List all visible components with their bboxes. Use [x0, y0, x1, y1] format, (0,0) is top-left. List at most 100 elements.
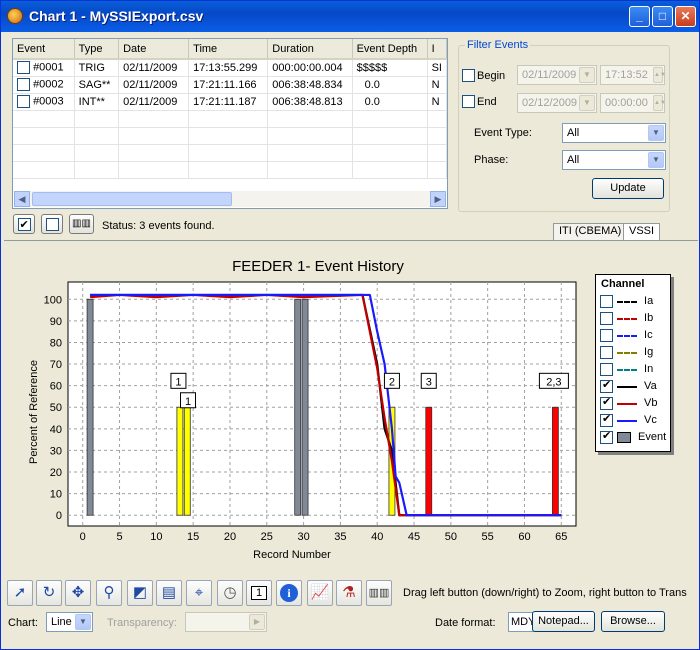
legend-swatch [617, 368, 637, 371]
legend-checkbox[interactable] [600, 312, 613, 325]
legend-checkbox[interactable] [600, 329, 613, 342]
scroll-right-icon[interactable]: ▶ [430, 191, 446, 207]
scrollbar-thumb[interactable] [32, 192, 232, 206]
y-tick-label: 10 [50, 489, 62, 501]
rotate-icon[interactable]: ↻ [36, 580, 62, 606]
annotation-label: 2 [389, 376, 395, 388]
cell-i: N [427, 76, 447, 94]
main-window: Chart 1 - MySSIExport.csv _ □ ✕ Event Ty… [0, 0, 700, 650]
event-bar [301, 298, 309, 516]
table-row[interactable]: #0001 TRIG 02/11/2009 17:13:55.299 000:0… [13, 59, 447, 77]
info-icon[interactable]: i [276, 580, 302, 606]
chevron-down-icon[interactable]: ▼ [648, 125, 664, 141]
maximize-button[interactable]: □ [652, 6, 673, 27]
update-button[interactable]: Update [592, 178, 664, 199]
select-all-button[interactable] [13, 214, 35, 234]
close-button[interactable]: ✕ [675, 6, 696, 27]
page-number-button[interactable]: 1 [246, 580, 272, 606]
begin-checkbox[interactable] [462, 69, 475, 82]
column-header-event-depth[interactable]: Event Depth [352, 39, 428, 60]
probe-icon[interactable]: ⚗ [336, 580, 362, 606]
legend-label: Vb [641, 397, 658, 410]
chart-type-select[interactable]: Line ▼ [46, 612, 93, 632]
chevron-down-icon[interactable]: ▼ [579, 67, 595, 83]
spinner-icon[interactable]: ▲▼ [653, 95, 666, 111]
select-none-button[interactable] [41, 214, 63, 234]
tab-vssi[interactable]: VSSI [623, 223, 661, 240]
chevron-right-icon[interactable]: ▶ [249, 614, 265, 630]
minimize-button[interactable]: _ [629, 6, 650, 27]
begin-date-field[interactable]: 02/11/2009 ▼ [517, 65, 597, 85]
column-header-time[interactable]: Time [188, 39, 269, 60]
legend-item-ia[interactable]: Ia [600, 295, 653, 312]
table-view-button[interactable]: ▥▥ [69, 214, 94, 234]
page-icon: 1 [250, 586, 268, 600]
row-checkbox[interactable] [17, 95, 30, 108]
event-bar [294, 298, 302, 516]
crosshair-icon[interactable]: ⌖ [186, 580, 212, 606]
scroll-left-icon[interactable]: ◀ [14, 191, 30, 207]
legend-item-ig[interactable]: Ig [600, 346, 653, 363]
legend-checkbox[interactable] [600, 429, 613, 444]
spinner-icon[interactable]: ▲▼ [653, 67, 666, 83]
chart-svg[interactable]: FEEDER 1- Event History0 5 10 15 20 25 30 35 40 4… [4, 241, 698, 575]
legend-checkbox[interactable] [600, 295, 613, 308]
legend-checkbox[interactable] [600, 395, 613, 410]
column-header-duration[interactable]: Duration [267, 39, 353, 60]
y-tick-label: 90 [50, 316, 62, 328]
browse-button[interactable]: Browse... [601, 611, 665, 632]
view3d-icon[interactable]: ◩ [127, 580, 153, 606]
tab-iti-cbema[interactable]: ITI (CBEMA) [553, 223, 628, 240]
x-tick-label: 10 [150, 531, 162, 543]
column-header-event[interactable]: Event [13, 39, 75, 60]
event-type-value: All [567, 127, 580, 139]
legend-item-event[interactable]: Event [600, 429, 666, 448]
column-header-date[interactable]: Date [118, 39, 190, 60]
legend-item-ib[interactable]: Ib [600, 312, 653, 329]
chevron-down-icon[interactable]: ▼ [579, 95, 595, 111]
legend-label: Ia [641, 295, 654, 308]
annotation-label: 1 [175, 376, 181, 388]
notepad-button[interactable]: Notepad... [532, 611, 595, 632]
table-icon: ▥▥ [72, 218, 91, 229]
row-checkbox[interactable] [17, 78, 30, 91]
pan-icon[interactable]: ✥ [65, 580, 91, 606]
legend-checkbox[interactable] [600, 412, 613, 427]
legend-checkbox[interactable] [600, 346, 613, 359]
export-icon[interactable]: ▥▥ [366, 580, 392, 606]
zoom-icon[interactable]: ⚲ [96, 580, 122, 606]
legend-item-ic[interactable]: Ic [600, 329, 653, 346]
table-row[interactable]: #0003 INT** 02/11/2009 17:21:11.187 006:… [13, 93, 447, 111]
axis-icon[interactable]: ▤ [156, 580, 182, 606]
chevron-down-icon[interactable]: ▼ [75, 614, 91, 630]
status-text: Status: 3 events found. [102, 220, 215, 232]
row-checkbox[interactable] [17, 61, 30, 75]
app-icon[interactable] [7, 8, 23, 24]
column-header-i[interactable]: I [427, 39, 447, 60]
transparency-slider[interactable]: ▶ [185, 612, 267, 632]
toolbar-hint: Drag left button (down/right) to Zoom, r… [403, 587, 687, 599]
table-row[interactable]: #0002 SAG** 02/11/2009 17:21:11.166 006:… [13, 76, 447, 94]
event-type-select[interactable]: All ▼ [562, 123, 666, 143]
end-time-field[interactable]: 00:00:00 ▲▼ [600, 93, 666, 113]
chart-icon[interactable]: 📈 [307, 580, 333, 606]
phase-select[interactable]: All ▼ [562, 150, 666, 170]
chevron-down-icon[interactable]: ▼ [648, 152, 664, 168]
date-format-field[interactable]: MDY [508, 612, 535, 632]
pointer-icon[interactable]: ➚ [7, 580, 33, 606]
cell-duration: 000:00:00.004 [267, 59, 353, 77]
end-date-field[interactable]: 02/12/2009 ▼ [517, 93, 597, 113]
cell-type: TRIG [74, 59, 120, 77]
x-tick-label: 50 [445, 531, 457, 543]
title-bar[interactable]: Chart 1 - MySSIExport.csv _ □ ✕ [1, 1, 699, 32]
cell-event-depth: 0.0 [352, 93, 428, 111]
end-checkbox[interactable] [462, 95, 475, 108]
clock-icon[interactable]: ◷ [217, 580, 243, 606]
column-header-type[interactable]: Type [74, 39, 120, 60]
begin-time-field[interactable]: 17:13:52 ▲▼ [600, 65, 666, 85]
legend-swatch [617, 402, 637, 405]
legend-checkbox[interactable] [600, 363, 613, 376]
legend-checkbox[interactable] [600, 378, 613, 393]
events-list[interactable]: Event Type Date Time Duration Event Dept… [12, 38, 448, 209]
horizontal-scrollbar[interactable]: ◀ ▶ [14, 191, 446, 207]
